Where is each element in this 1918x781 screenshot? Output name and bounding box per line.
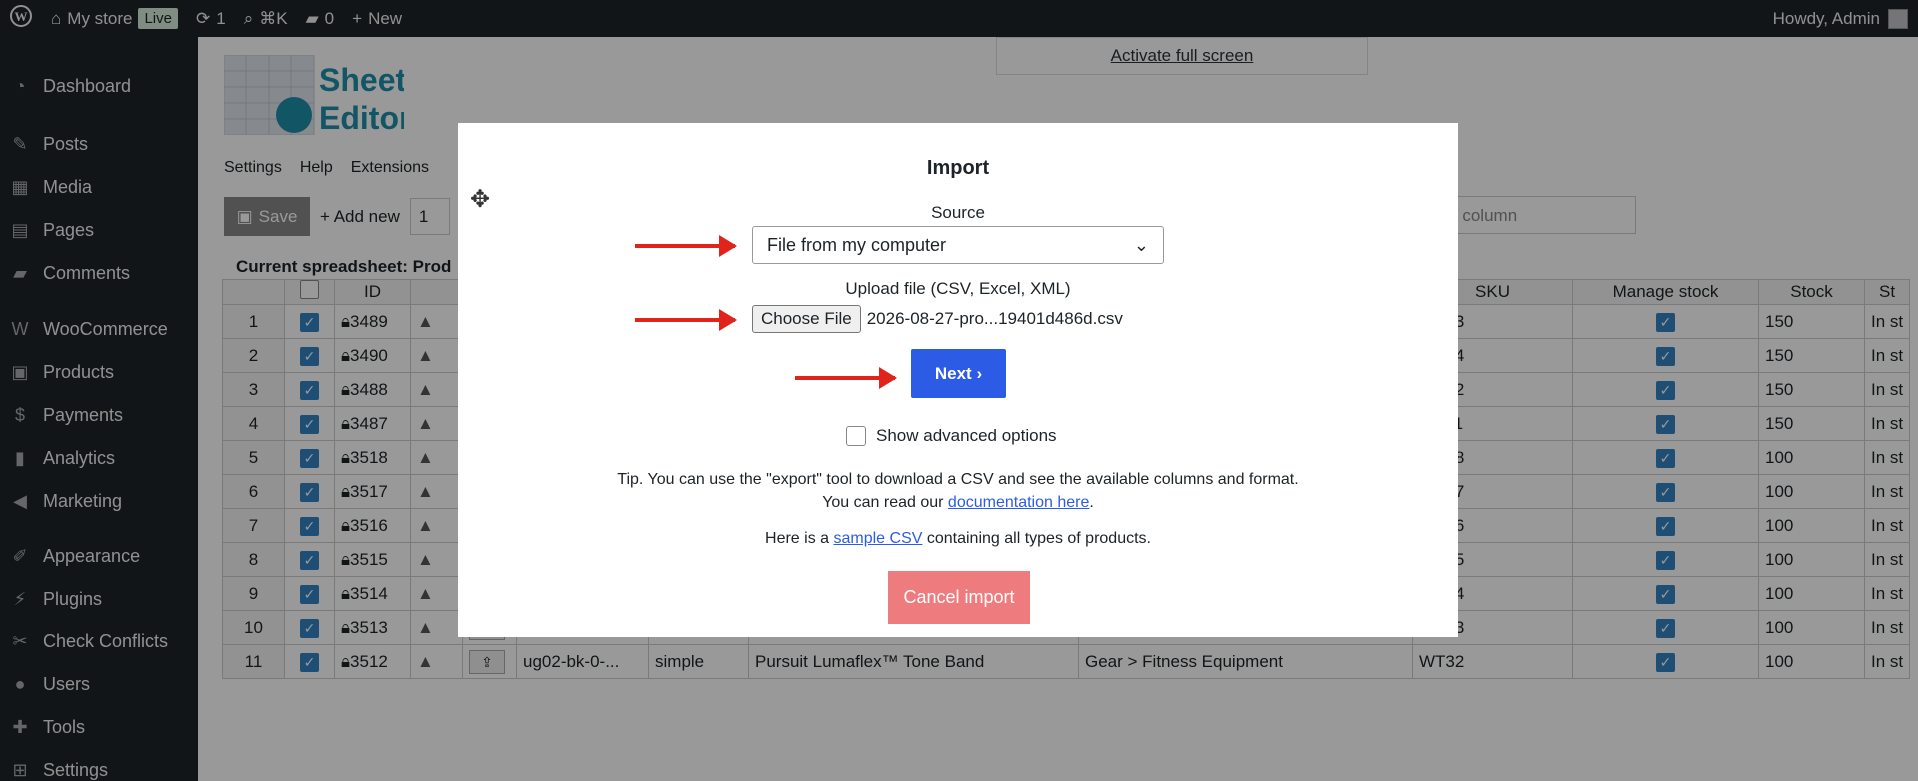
file-name: 2026-08-27-pro...19401d486d.csv <box>866 309 1123 328</box>
chevron-right-icon: › <box>971 363 983 383</box>
tip-line-2: You can read our documentation here. <box>458 491 1458 514</box>
sample-csv-text: Here is a sample CSV containing all type… <box>458 530 1458 548</box>
tip-line-2-suffix: . <box>1089 494 1094 511</box>
annotation-arrow-next <box>795 367 897 389</box>
sample-suffix: containing all types of products. <box>922 530 1151 547</box>
sample-csv-link[interactable]: sample CSV <box>833 530 922 547</box>
file-input: Choose File 2026-08-27-pro...19401d486d.… <box>752 305 1123 333</box>
tip-line-1: Tip. You can use the "export" tool to do… <box>617 471 1299 488</box>
import-modal: ✥ Import Source File from my computer ⌄ … <box>458 123 1458 637</box>
documentation-link[interactable]: documentation here <box>948 494 1089 511</box>
sample-prefix: Here is a <box>765 530 834 547</box>
annotation-arrow-file <box>635 309 737 331</box>
advanced-options-label: Show advanced options <box>876 426 1057 445</box>
choose-file-button[interactable]: Choose File <box>752 305 861 333</box>
source-label: Source <box>931 203 985 222</box>
next-button[interactable]: Next › <box>911 349 1006 398</box>
modal-title: Import <box>926 157 990 179</box>
cancel-import-button[interactable]: Cancel import <box>888 571 1030 624</box>
advanced-options-toggle[interactable]: Show advanced options <box>846 426 1057 446</box>
tip-text: Tip. You can use the "export" tool to do… <box>458 468 1458 514</box>
source-select[interactable]: File from my computer ⌄ <box>752 226 1164 264</box>
advanced-options-checkbox[interactable] <box>846 426 866 446</box>
chevron-down-icon: ⌄ <box>1133 234 1149 255</box>
source-value: File from my computer <box>767 234 947 255</box>
upload-file-label: Upload file (CSV, Excel, XML) <box>845 279 1071 298</box>
next-label: Next <box>934 363 972 383</box>
annotation-arrow-source <box>635 235 737 257</box>
tip-line-2-prefix: You can read our <box>822 494 948 511</box>
